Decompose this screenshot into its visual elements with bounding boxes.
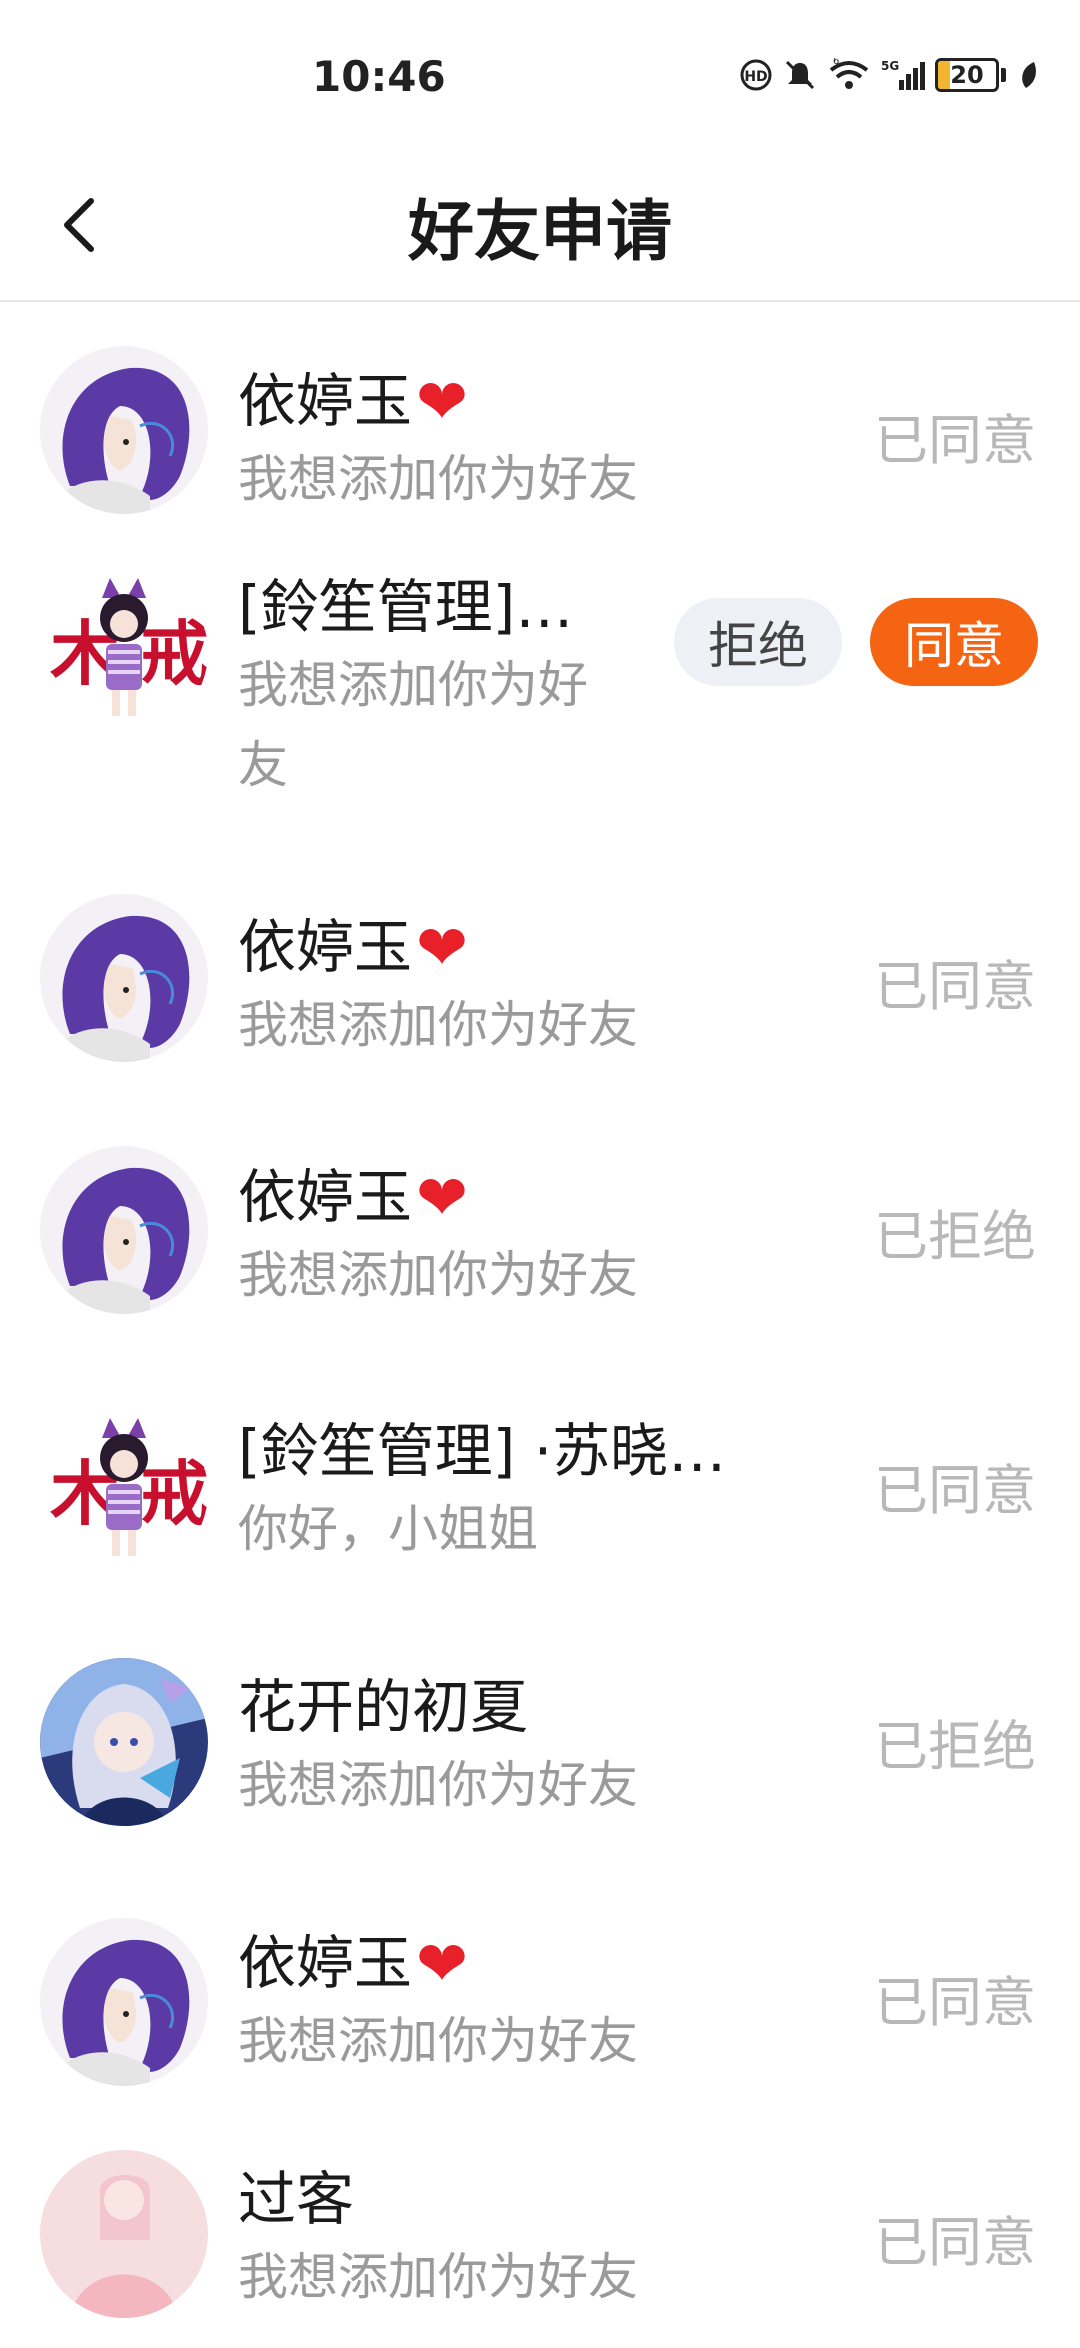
- requester-name-text: 依婷玉: [238, 1163, 413, 1231]
- request-message-line2: 友: [238, 736, 288, 794]
- wifi-icon: 6: [829, 58, 869, 89]
- request-status: 已同意: [874, 2211, 1036, 2274]
- requester-name: 依婷玉❤: [238, 354, 468, 438]
- signal-icon: 5G: [881, 59, 925, 90]
- requester-name: 过客: [238, 2165, 355, 2233]
- list-item[interactable]: 依婷玉❤ 我想添加你为好友 已拒绝: [0, 1120, 1080, 1376]
- status-icons: HD 6 5G 20: [739, 58, 1040, 92]
- silver-hair-avatar: [40, 1658, 208, 1826]
- heart-icon: ❤: [416, 1927, 468, 2000]
- request-status: 已拒绝: [874, 1715, 1036, 1778]
- purple-hair-avatar: [40, 1146, 208, 1314]
- avatar[interactable]: [40, 1658, 208, 1826]
- requester-name-text: 依婷玉: [238, 367, 413, 435]
- status-bar: 10:46 HD 6 5G 20: [0, 0, 1080, 150]
- friend-request-list: 依婷玉❤ 我想添加你为好友 已同意 木 戒 [鈴笙管理]… 我想添加你为好 友 …: [0, 304, 1080, 2348]
- battery-icon: 20: [935, 58, 1006, 92]
- avatar[interactable]: [40, 346, 208, 514]
- svg-text:戒: 戒: [140, 612, 208, 695]
- wifi-badge: 6: [833, 58, 839, 67]
- avatar[interactable]: 木 戒: [40, 1408, 208, 1576]
- hd-icon: HD: [740, 59, 772, 91]
- avatar[interactable]: 木 戒: [40, 568, 208, 736]
- svg-text:HD: HD: [744, 69, 767, 85]
- signal-label: 5G: [881, 59, 899, 73]
- status-time: 10:46: [312, 52, 446, 101]
- requester-name-text: 依婷玉: [238, 913, 413, 981]
- list-item[interactable]: 依婷玉❤ 我想添加你为好友 已同意: [0, 1892, 1080, 2148]
- request-message: 我想添加你为好: [238, 656, 588, 714]
- request-message: 我想添加你为好友: [238, 1756, 638, 1814]
- request-message: 我想添加你为好友: [238, 996, 638, 1054]
- purple-hair-avatar: [40, 1918, 208, 2086]
- requester-name: 依婷玉❤: [238, 900, 468, 984]
- avatar[interactable]: [40, 1918, 208, 2086]
- reject-button[interactable]: 拒绝: [674, 598, 842, 686]
- mute-icon: [785, 60, 815, 90]
- accept-button[interactable]: 同意: [870, 598, 1038, 686]
- cat-ear-avatar: 木 戒: [40, 568, 208, 736]
- page-title: 好友申请: [408, 193, 672, 270]
- requester-name: [鈴笙管理] ·苏晓…: [238, 1417, 727, 1485]
- avatar[interactable]: [40, 1146, 208, 1314]
- leaf-icon: [1022, 62, 1036, 88]
- header: 好友申请: [0, 150, 1080, 302]
- request-status: 已同意: [874, 409, 1036, 472]
- list-item[interactable]: 花开的初夏 我想添加你为好友 已拒绝: [0, 1636, 1080, 1892]
- battery-fill: [938, 61, 950, 89]
- list-item[interactable]: 木 戒 [鈴笙管理]… 我想添加你为好 友 拒绝 同意: [0, 556, 1080, 868]
- battery-level: 20: [950, 61, 984, 89]
- heart-icon: ❤: [416, 911, 468, 984]
- request-status: 已同意: [874, 955, 1036, 1018]
- purple-hair-avatar: [40, 346, 208, 514]
- list-item[interactable]: 依婷玉❤ 我想添加你为好友 已同意: [0, 868, 1080, 1120]
- request-status: 已同意: [874, 1971, 1036, 2034]
- avatar[interactable]: [40, 2150, 208, 2318]
- request-status: 已拒绝: [874, 1205, 1036, 1268]
- purple-hair-avatar: [40, 894, 208, 1062]
- request-message: 你好，小姐姐: [238, 1500, 538, 1558]
- list-item[interactable]: 依婷玉❤ 我想添加你为好友 已同意: [0, 304, 1080, 556]
- cat-ear-avatar: 木 戒: [40, 1408, 208, 1576]
- pink-photo-avatar: [40, 2150, 208, 2318]
- request-status: 已同意: [874, 1459, 1036, 1522]
- requester-name: 依婷玉❤: [238, 1150, 468, 1234]
- heart-icon: ❤: [416, 365, 468, 438]
- list-item[interactable]: 木 戒 [鈴笙管理] ·苏晓… 你好，小姐姐 已同意: [0, 1376, 1080, 1636]
- avatar[interactable]: [40, 894, 208, 1062]
- request-message: 我想添加你为好友: [238, 2248, 638, 2306]
- list-item[interactable]: 过客 我想添加你为好友 已同意: [0, 2148, 1080, 2348]
- requester-name-text: 依婷玉: [238, 1929, 413, 1997]
- svg-text:戒: 戒: [140, 1452, 208, 1535]
- request-message: 我想添加你为好友: [238, 2012, 638, 2070]
- request-message: 我想添加你为好友: [238, 450, 638, 508]
- heart-icon: ❤: [416, 1161, 468, 1234]
- request-message: 我想添加你为好友: [238, 1246, 638, 1304]
- requester-name: 依婷玉❤: [238, 1916, 468, 2000]
- requester-name: [鈴笙管理]…: [238, 573, 574, 641]
- requester-name: 花开的初夏: [238, 1673, 529, 1741]
